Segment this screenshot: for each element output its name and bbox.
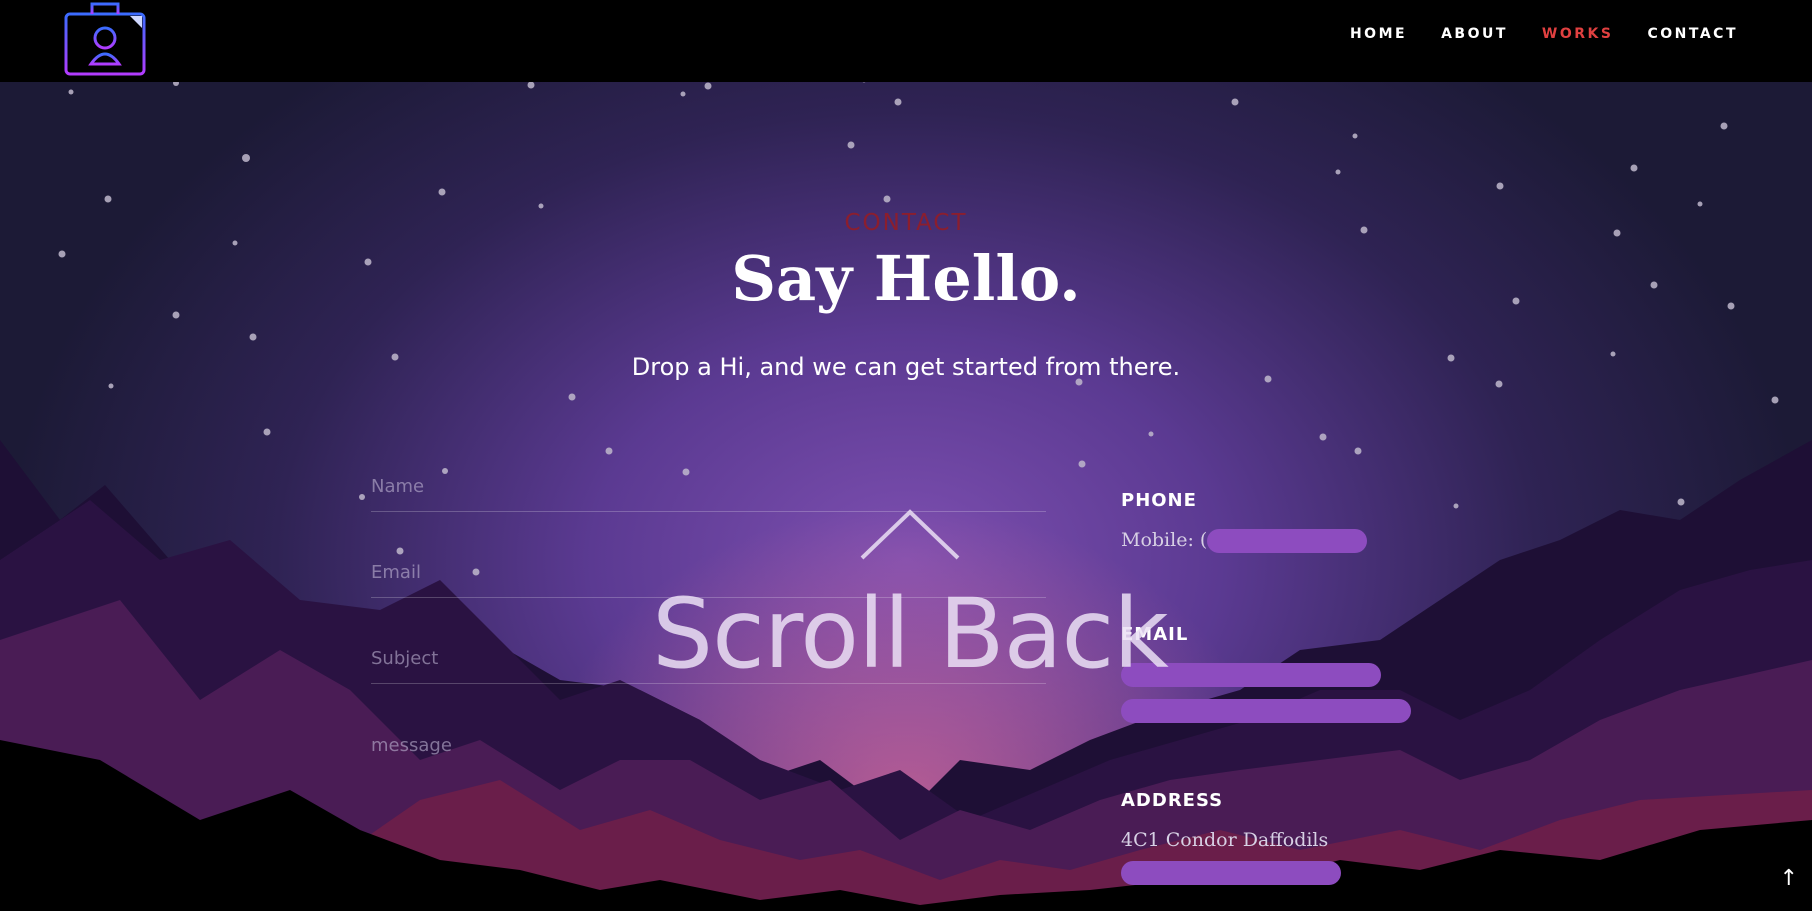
top-navbar: HOME ABOUT WORKS CONTACT — [0, 0, 1812, 82]
scroll-back-label: Scroll Back — [652, 578, 1169, 690]
section-label: CONTACT — [844, 210, 968, 236]
address-line-1: 4C1 Condor Daffodils — [1121, 829, 1329, 851]
arrow-up-icon[interactable]: ↑ — [1780, 866, 1798, 891]
section-title: Say Hello. — [731, 242, 1081, 315]
message-input[interactable] — [371, 708, 1046, 770]
redaction-mark — [1207, 529, 1368, 553]
chevron-up-icon — [860, 509, 960, 560]
redaction-mark — [1121, 699, 1411, 723]
nav-home-link[interactable]: HOME — [1350, 26, 1407, 42]
address-heading: ADDRESS — [1121, 790, 1224, 811]
email-value-2 — [1121, 699, 1411, 723]
nav-about-link[interactable]: ABOUT — [1441, 26, 1508, 42]
scroll-back-button[interactable]: Scroll Back — [640, 500, 1180, 690]
address-line-2 — [1121, 861, 1341, 885]
redaction-mark — [1121, 861, 1341, 885]
main-nav: HOME ABOUT WORKS CONTACT — [1350, 26, 1738, 42]
logo-briefcase-icon[interactable] — [62, 0, 148, 78]
address-block: ADDRESS 4C1 Condor Daffodils — [1121, 790, 1341, 885]
nav-contact-link[interactable]: CONTACT — [1647, 26, 1738, 42]
section-subtitle: Drop a Hi, and we can get started from t… — [631, 353, 1181, 381]
nav-works-link[interactable]: WORKS — [1542, 26, 1614, 42]
